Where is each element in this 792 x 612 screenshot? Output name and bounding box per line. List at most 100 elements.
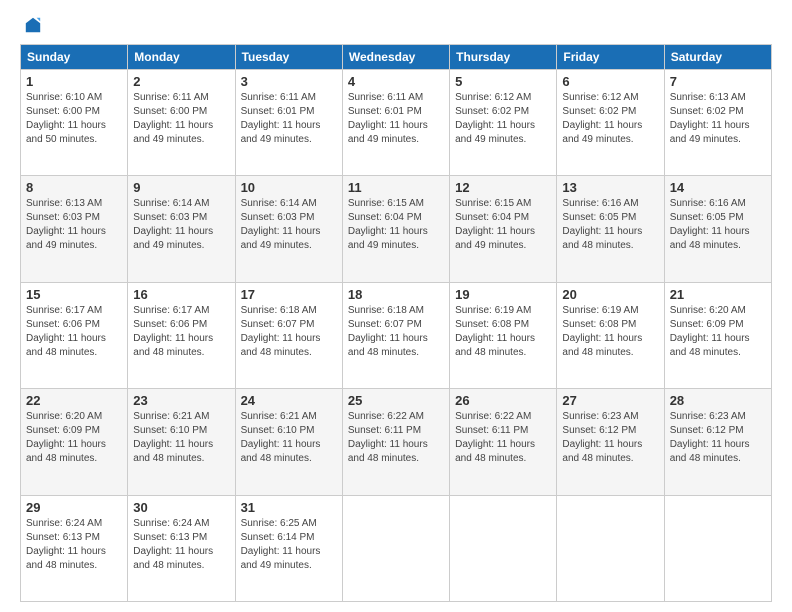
day-info: Sunrise: 6:24 AMSunset: 6:13 PMDaylight:… [26, 518, 106, 571]
day-info: Sunrise: 6:24 AMSunset: 6:13 PMDaylight:… [133, 518, 213, 571]
day-number: 17 [241, 287, 337, 302]
calendar-cell: 7 Sunrise: 6:13 AMSunset: 6:02 PMDayligh… [664, 70, 771, 176]
day-number: 24 [241, 393, 337, 408]
calendar-cell: 28 Sunrise: 6:23 AMSunset: 6:12 PMDaylig… [664, 389, 771, 495]
day-number: 10 [241, 180, 337, 195]
day-number: 28 [670, 393, 766, 408]
calendar-cell: 5 Sunrise: 6:12 AMSunset: 6:02 PMDayligh… [450, 70, 557, 176]
day-info: Sunrise: 6:14 AMSunset: 6:03 PMDaylight:… [241, 198, 321, 251]
day-number: 14 [670, 180, 766, 195]
day-number: 26 [455, 393, 551, 408]
calendar-table: SundayMondayTuesdayWednesdayThursdayFrid… [20, 44, 772, 602]
calendar-week-row: 15 Sunrise: 6:17 AMSunset: 6:06 PMDaylig… [21, 282, 772, 388]
calendar-cell: 21 Sunrise: 6:20 AMSunset: 6:09 PMDaylig… [664, 282, 771, 388]
calendar-cell: 13 Sunrise: 6:16 AMSunset: 6:05 PMDaylig… [557, 176, 664, 282]
calendar-cell: 16 Sunrise: 6:17 AMSunset: 6:06 PMDaylig… [128, 282, 235, 388]
day-number: 16 [133, 287, 229, 302]
day-info: Sunrise: 6:19 AMSunset: 6:08 PMDaylight:… [455, 305, 535, 358]
calendar-cell: 23 Sunrise: 6:21 AMSunset: 6:10 PMDaylig… [128, 389, 235, 495]
calendar-cell: 29 Sunrise: 6:24 AMSunset: 6:13 PMDaylig… [21, 495, 128, 601]
calendar-cell: 14 Sunrise: 6:16 AMSunset: 6:05 PMDaylig… [664, 176, 771, 282]
calendar-cell [450, 495, 557, 601]
day-info: Sunrise: 6:10 AMSunset: 6:00 PMDaylight:… [26, 92, 106, 145]
calendar-cell: 10 Sunrise: 6:14 AMSunset: 6:03 PMDaylig… [235, 176, 342, 282]
calendar-cell: 4 Sunrise: 6:11 AMSunset: 6:01 PMDayligh… [342, 70, 449, 176]
day-number: 13 [562, 180, 658, 195]
calendar-cell: 8 Sunrise: 6:13 AMSunset: 6:03 PMDayligh… [21, 176, 128, 282]
logo [20, 16, 42, 34]
calendar-cell: 17 Sunrise: 6:18 AMSunset: 6:07 PMDaylig… [235, 282, 342, 388]
calendar-week-row: 22 Sunrise: 6:20 AMSunset: 6:09 PMDaylig… [21, 389, 772, 495]
weekday-header: Thursday [450, 45, 557, 70]
day-number: 4 [348, 74, 444, 89]
calendar-cell: 25 Sunrise: 6:22 AMSunset: 6:11 PMDaylig… [342, 389, 449, 495]
calendar-week-row: 29 Sunrise: 6:24 AMSunset: 6:13 PMDaylig… [21, 495, 772, 601]
calendar-cell: 2 Sunrise: 6:11 AMSunset: 6:00 PMDayligh… [128, 70, 235, 176]
day-info: Sunrise: 6:20 AMSunset: 6:09 PMDaylight:… [26, 411, 106, 464]
day-number: 21 [670, 287, 766, 302]
day-info: Sunrise: 6:21 AMSunset: 6:10 PMDaylight:… [241, 411, 321, 464]
logo-icon [24, 16, 42, 34]
day-info: Sunrise: 6:19 AMSunset: 6:08 PMDaylight:… [562, 305, 642, 358]
day-info: Sunrise: 6:17 AMSunset: 6:06 PMDaylight:… [133, 305, 213, 358]
day-number: 5 [455, 74, 551, 89]
calendar-cell: 6 Sunrise: 6:12 AMSunset: 6:02 PMDayligh… [557, 70, 664, 176]
calendar-cell: 11 Sunrise: 6:15 AMSunset: 6:04 PMDaylig… [342, 176, 449, 282]
day-info: Sunrise: 6:11 AMSunset: 6:00 PMDaylight:… [133, 92, 213, 145]
day-info: Sunrise: 6:23 AMSunset: 6:12 PMDaylight:… [670, 411, 750, 464]
calendar-week-row: 1 Sunrise: 6:10 AMSunset: 6:00 PMDayligh… [21, 70, 772, 176]
calendar-cell: 31 Sunrise: 6:25 AMSunset: 6:14 PMDaylig… [235, 495, 342, 601]
day-number: 9 [133, 180, 229, 195]
calendar-cell: 3 Sunrise: 6:11 AMSunset: 6:01 PMDayligh… [235, 70, 342, 176]
calendar-cell: 12 Sunrise: 6:15 AMSunset: 6:04 PMDaylig… [450, 176, 557, 282]
day-info: Sunrise: 6:11 AMSunset: 6:01 PMDaylight:… [348, 92, 428, 145]
weekday-header: Saturday [664, 45, 771, 70]
day-number: 7 [670, 74, 766, 89]
day-info: Sunrise: 6:15 AMSunset: 6:04 PMDaylight:… [455, 198, 535, 251]
day-info: Sunrise: 6:18 AMSunset: 6:07 PMDaylight:… [241, 305, 321, 358]
day-number: 1 [26, 74, 122, 89]
calendar-cell: 9 Sunrise: 6:14 AMSunset: 6:03 PMDayligh… [128, 176, 235, 282]
header [20, 16, 772, 34]
day-number: 15 [26, 287, 122, 302]
calendar-cell: 22 Sunrise: 6:20 AMSunset: 6:09 PMDaylig… [21, 389, 128, 495]
day-info: Sunrise: 6:17 AMSunset: 6:06 PMDaylight:… [26, 305, 106, 358]
day-number: 20 [562, 287, 658, 302]
day-info: Sunrise: 6:20 AMSunset: 6:09 PMDaylight:… [670, 305, 750, 358]
day-number: 23 [133, 393, 229, 408]
weekday-header: Monday [128, 45, 235, 70]
day-number: 27 [562, 393, 658, 408]
day-info: Sunrise: 6:22 AMSunset: 6:11 PMDaylight:… [348, 411, 428, 464]
calendar-cell: 15 Sunrise: 6:17 AMSunset: 6:06 PMDaylig… [21, 282, 128, 388]
day-number: 6 [562, 74, 658, 89]
calendar-cell: 27 Sunrise: 6:23 AMSunset: 6:12 PMDaylig… [557, 389, 664, 495]
day-number: 12 [455, 180, 551, 195]
weekday-header: Tuesday [235, 45, 342, 70]
day-info: Sunrise: 6:16 AMSunset: 6:05 PMDaylight:… [562, 198, 642, 251]
calendar-cell [342, 495, 449, 601]
day-number: 25 [348, 393, 444, 408]
day-number: 19 [455, 287, 551, 302]
day-number: 8 [26, 180, 122, 195]
day-info: Sunrise: 6:18 AMSunset: 6:07 PMDaylight:… [348, 305, 428, 358]
day-number: 11 [348, 180, 444, 195]
day-number: 18 [348, 287, 444, 302]
calendar-cell: 19 Sunrise: 6:19 AMSunset: 6:08 PMDaylig… [450, 282, 557, 388]
calendar-cell: 18 Sunrise: 6:18 AMSunset: 6:07 PMDaylig… [342, 282, 449, 388]
calendar-cell [557, 495, 664, 601]
day-info: Sunrise: 6:21 AMSunset: 6:10 PMDaylight:… [133, 411, 213, 464]
weekday-header-row: SundayMondayTuesdayWednesdayThursdayFrid… [21, 45, 772, 70]
calendar-cell: 24 Sunrise: 6:21 AMSunset: 6:10 PMDaylig… [235, 389, 342, 495]
day-info: Sunrise: 6:12 AMSunset: 6:02 PMDaylight:… [562, 92, 642, 145]
weekday-header: Wednesday [342, 45, 449, 70]
day-info: Sunrise: 6:11 AMSunset: 6:01 PMDaylight:… [241, 92, 321, 145]
calendar-cell: 20 Sunrise: 6:19 AMSunset: 6:08 PMDaylig… [557, 282, 664, 388]
weekday-header: Friday [557, 45, 664, 70]
day-info: Sunrise: 6:25 AMSunset: 6:14 PMDaylight:… [241, 518, 321, 571]
page: SundayMondayTuesdayWednesdayThursdayFrid… [0, 0, 792, 612]
calendar-cell: 26 Sunrise: 6:22 AMSunset: 6:11 PMDaylig… [450, 389, 557, 495]
weekday-header: Sunday [21, 45, 128, 70]
day-number: 22 [26, 393, 122, 408]
day-info: Sunrise: 6:13 AMSunset: 6:03 PMDaylight:… [26, 198, 106, 251]
calendar-cell: 30 Sunrise: 6:24 AMSunset: 6:13 PMDaylig… [128, 495, 235, 601]
